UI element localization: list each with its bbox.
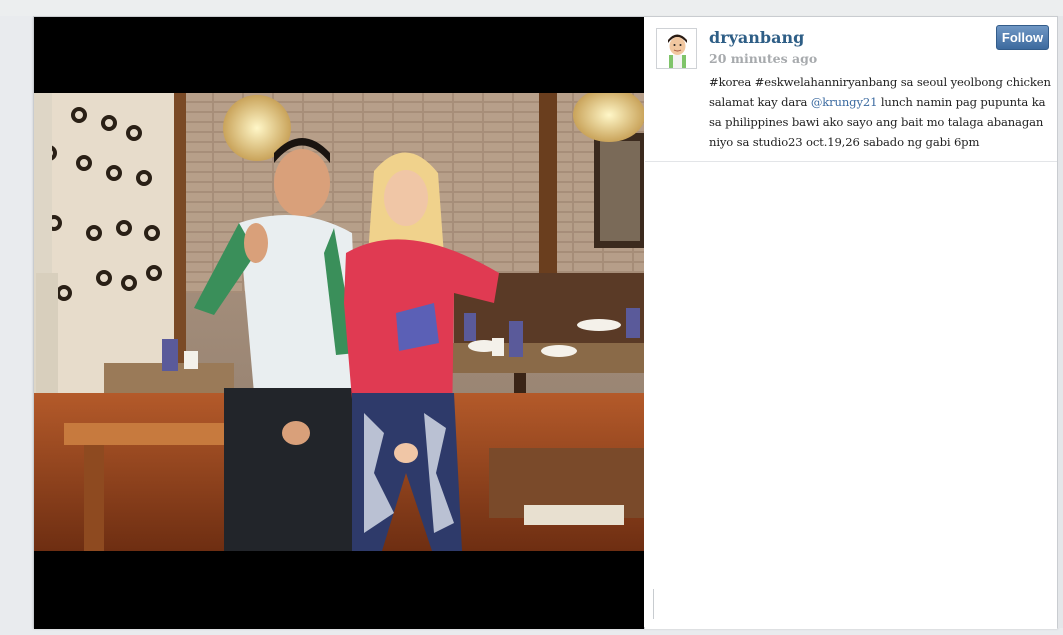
caption-text: lunch namin pag pupunta ka bbox=[877, 95, 1046, 109]
scrollbar-track[interactable] bbox=[1058, 16, 1063, 628]
username-link[interactable]: dryanbang bbox=[709, 28, 804, 47]
comment-input-caret[interactable] bbox=[653, 589, 654, 619]
user-avatar[interactable] bbox=[656, 28, 697, 69]
caption-line: niyo sa studio23 oct.19,26 sabado ng gab… bbox=[709, 135, 980, 149]
post-photo[interactable] bbox=[34, 93, 644, 551]
post-timestamp: 20 minutes ago bbox=[709, 51, 818, 66]
caption-text: salamat kay dara bbox=[709, 95, 811, 109]
caption-line: salamat kay dara @krungy21 lunch namin p… bbox=[709, 92, 1049, 112]
photo-panel bbox=[34, 17, 644, 629]
page-background-strip bbox=[0, 0, 1063, 16]
follow-button[interactable]: Follow bbox=[996, 25, 1049, 50]
post-caption: #korea #eskwelahanniryanbang sa seoul ye… bbox=[709, 72, 1051, 152]
post-lightbox: dryanbang 20 minutes ago Follow #korea #… bbox=[33, 16, 1058, 629]
caption-line: sa philippines bawi ako sayo ang bait mo… bbox=[709, 115, 1044, 129]
mention-link[interactable]: @krungy21 bbox=[811, 95, 878, 109]
caption-line: #korea #eskwelahanniryanbang sa seoul ye… bbox=[709, 75, 1051, 89]
avatar-cartoon-icon bbox=[657, 29, 696, 68]
post-header: dryanbang 20 minutes ago Follow #korea #… bbox=[645, 17, 1057, 162]
post-sidebar: dryanbang 20 minutes ago Follow #korea #… bbox=[645, 17, 1057, 629]
